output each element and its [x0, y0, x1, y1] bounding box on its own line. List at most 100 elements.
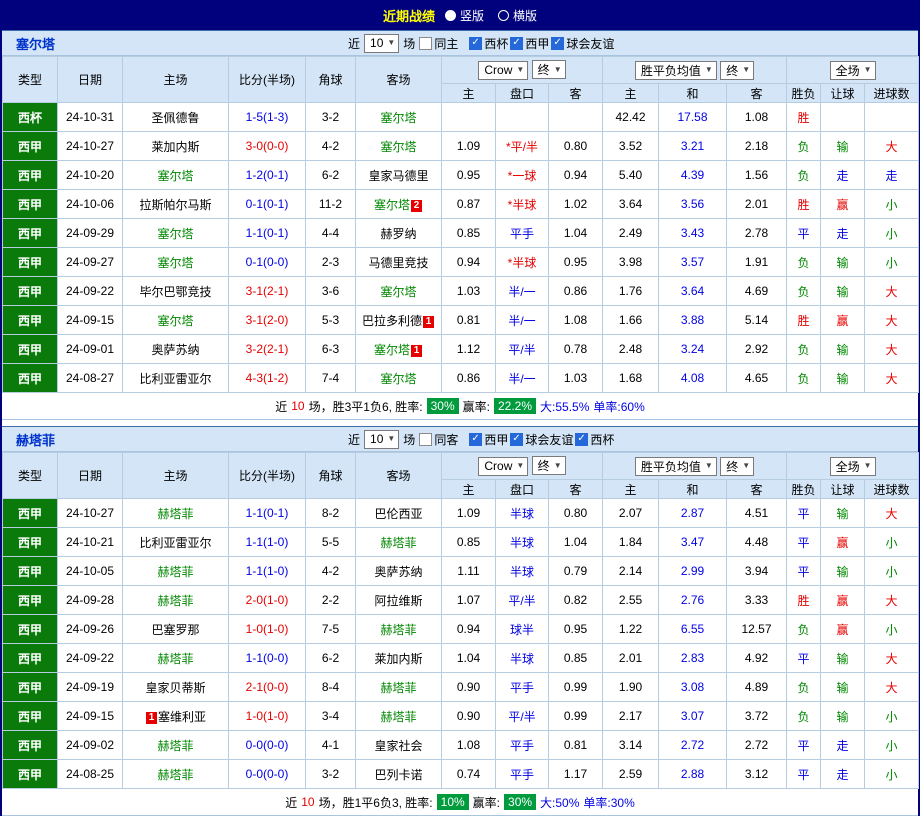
col-home: 主场 — [123, 57, 229, 103]
checkbox-icon[interactable] — [469, 433, 482, 446]
handicap-result-cell: 走 — [821, 731, 865, 760]
filter-checkbox[interactable]: 同主 — [419, 35, 458, 52]
away-team-cell[interactable]: 皇家马德里 — [356, 161, 442, 190]
away-team-cell[interactable]: 巴伦西亚 — [356, 499, 442, 528]
away-team-cell[interactable]: 巴拉多利德1 — [356, 306, 442, 335]
team-name-text: 赫塔菲 — [157, 594, 193, 608]
team-name-text: 塞尔塔 — [380, 372, 416, 386]
home-team-cell[interactable]: 赫塔菲 — [123, 760, 229, 789]
away-odds-cell: 1.17 — [549, 760, 603, 789]
home-team-cell[interactable]: 赫塔菲 — [123, 644, 229, 673]
home-odds-cell: 1.04 — [442, 644, 496, 673]
away-team-cell[interactable]: 阿拉维斯 — [356, 586, 442, 615]
checkbox-icon[interactable] — [575, 433, 588, 446]
bookmaker-select[interactable]: Crow▼ — [478, 457, 528, 476]
home-team-cell[interactable]: 塞尔塔 — [123, 248, 229, 277]
filter-checkbox[interactable]: 西杯 — [469, 35, 508, 52]
checkbox-icon[interactable] — [419, 433, 432, 446]
away-team-cell[interactable]: 赫塔菲 — [356, 702, 442, 731]
away-team-cell[interactable]: 塞尔塔 — [356, 364, 442, 393]
bookmaker-select[interactable]: Crow▼ — [478, 61, 528, 80]
home-team-cell[interactable]: 圣佩德鲁 — [123, 103, 229, 132]
team-name-text: 塞尔塔 — [157, 169, 193, 183]
odds-stage-select[interactable]: 终▼ — [532, 456, 566, 475]
match-count-select[interactable]: 10▼ — [364, 34, 399, 53]
match-count-select[interactable]: 10▼ — [364, 430, 399, 449]
away-team-cell[interactable]: 塞尔塔2 — [356, 190, 442, 219]
home-team-cell[interactable]: 1塞维利亚 — [123, 702, 229, 731]
away-team-cell[interactable]: 莱加内斯 — [356, 644, 442, 673]
checkbox-icon[interactable] — [419, 37, 432, 50]
match-date-cell: 24-08-25 — [58, 760, 123, 789]
home-team-cell[interactable]: 赫塔菲 — [123, 499, 229, 528]
layout-option[interactable]: 横版 — [498, 7, 537, 24]
home-team-cell[interactable]: 塞尔塔 — [123, 306, 229, 335]
away-team-cell[interactable]: 塞尔塔1 — [356, 335, 442, 364]
home-odds-cell: 0.81 — [442, 306, 496, 335]
home-team-cell[interactable]: 毕尔巴鄂竞技 — [123, 277, 229, 306]
avg-odds-select[interactable]: 胜平负均值▼ — [635, 457, 717, 476]
away-team-cell[interactable]: 皇家社会 — [356, 731, 442, 760]
away-team-cell[interactable]: 赫罗纳 — [356, 219, 442, 248]
filter-checkbox[interactable]: 同客 — [419, 431, 458, 448]
away-team-cell[interactable]: 赫塔菲 — [356, 615, 442, 644]
away-team-cell[interactable]: 塞尔塔 — [356, 103, 442, 132]
home-team-cell[interactable]: 赫塔菲 — [123, 557, 229, 586]
away-team-cell[interactable]: 奥萨苏纳 — [356, 557, 442, 586]
avg-stage-select[interactable]: 终▼ — [720, 457, 754, 476]
avg-draw-cell: 3.21 — [659, 132, 727, 161]
avg-group-header: 胜平负均值▼ 终▼ — [603, 453, 787, 480]
fulltime-select[interactable]: 全场▼ — [830, 61, 876, 80]
radio-icon[interactable] — [498, 10, 509, 21]
home-team-cell[interactable]: 比利亚雷亚尔 — [123, 364, 229, 393]
score-cell: 3-0(0-0) — [229, 132, 306, 161]
outcome-cell: 胜 — [787, 306, 821, 335]
avg-stage-select[interactable]: 终▼ — [720, 61, 754, 80]
home-team-cell[interactable]: 赫塔菲 — [123, 731, 229, 760]
filter-checkbox[interactable]: 球会友谊 — [510, 431, 573, 448]
home-team-cell[interactable]: 塞尔塔 — [123, 219, 229, 248]
odds-stage-select[interactable]: 终▼ — [532, 60, 566, 79]
col-avg-away: 客 — [727, 480, 787, 499]
home-team-cell[interactable]: 赫塔菲 — [123, 586, 229, 615]
filter-checkbox[interactable]: 西甲 — [510, 35, 549, 52]
match-row: 西甲24-10-27莱加内斯3-0(0-0)4-2塞尔塔1.09*平/半0.80… — [3, 132, 919, 161]
team-name-text: 赫塔菲 — [380, 681, 416, 695]
checkbox-icon[interactable] — [551, 37, 564, 50]
checkbox-label: 西杯 — [484, 35, 508, 52]
home-team-cell[interactable]: 比利亚雷亚尔 — [123, 528, 229, 557]
away-team-cell[interactable]: 塞尔塔 — [356, 132, 442, 161]
fulltime-select[interactable]: 全场▼ — [830, 457, 876, 476]
home-team-cell[interactable]: 奥萨苏纳 — [123, 335, 229, 364]
avg-odds-select[interactable]: 胜平负均值▼ — [635, 61, 717, 80]
home-team-cell[interactable]: 塞尔塔 — [123, 161, 229, 190]
match-row: 西甲24-08-27比利亚雷亚尔4-3(1-2)7-4塞尔塔0.86半/一1.0… — [3, 364, 919, 393]
filter-checkbox[interactable]: 球会友谊 — [551, 35, 614, 52]
home-team-cell[interactable]: 莱加内斯 — [123, 132, 229, 161]
home-team-cell[interactable]: 巴塞罗那 — [123, 615, 229, 644]
footer-part: 单率:30% — [583, 794, 634, 811]
footer-part: 大:50% — [540, 794, 579, 811]
col-date: 日期 — [58, 57, 123, 103]
away-team-cell[interactable]: 赫塔菲 — [356, 528, 442, 557]
home-team-cell[interactable]: 拉斯帕尔马斯 — [123, 190, 229, 219]
away-team-cell[interactable]: 巴列卡诺 — [356, 760, 442, 789]
radio-label: 横版 — [513, 7, 537, 24]
away-team-cell[interactable]: 马德里竞技 — [356, 248, 442, 277]
col-away: 客场 — [356, 57, 442, 103]
match-date-cell: 24-09-19 — [58, 673, 123, 702]
home-team-cell[interactable]: 皇家贝蒂斯 — [123, 673, 229, 702]
filter-checkbox[interactable]: 西甲 — [469, 431, 508, 448]
select-value: 终 — [726, 458, 738, 475]
radio-icon[interactable] — [445, 10, 456, 21]
away-team-cell[interactable]: 塞尔塔 — [356, 277, 442, 306]
match-row: 西甲24-08-25赫塔菲0-0(0-0)3-2巴列卡诺0.74平手1.172.… — [3, 760, 919, 789]
checkbox-icon[interactable] — [469, 37, 482, 50]
away-team-cell[interactable]: 赫塔菲 — [356, 673, 442, 702]
checkbox-icon[interactable] — [510, 433, 523, 446]
footer-part: 30% — [427, 398, 459, 414]
checkbox-icon[interactable] — [510, 37, 523, 50]
filter-checkbox[interactable]: 西杯 — [575, 431, 614, 448]
corners-cell: 2-3 — [306, 248, 356, 277]
layout-option[interactable]: 竖版 — [445, 7, 484, 24]
